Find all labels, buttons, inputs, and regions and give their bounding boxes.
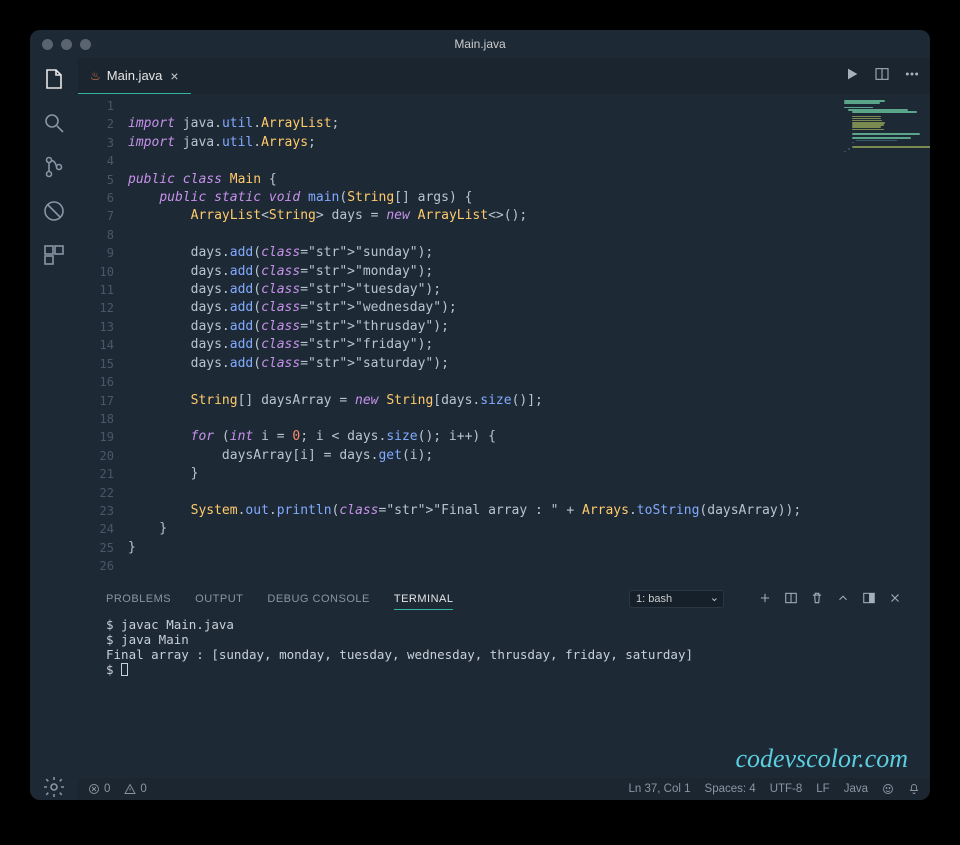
terminal-tab[interactable]: TERMINAL — [394, 593, 454, 610]
tabbar-actions — [844, 58, 920, 94]
debug-console-tab[interactable]: DEBUG CONSOLE — [267, 593, 369, 605]
java-file-icon: ♨ — [90, 69, 101, 83]
search-icon[interactable] — [41, 110, 67, 136]
eol[interactable]: LF — [816, 783, 829, 795]
gutter: 1234567891011121314151617181920212223242… — [78, 94, 128, 583]
tabbar: ♨ Main.java × — [78, 58, 930, 94]
notification-icon[interactable] — [908, 783, 920, 795]
language-mode[interactable]: Java — [844, 783, 868, 795]
tab-close-icon[interactable]: × — [170, 68, 178, 84]
toggle-panel-icon[interactable] — [862, 591, 876, 608]
terminal-output[interactable]: $ javac Main.java $ java Main Final arra… — [78, 615, 930, 778]
cursor-position[interactable]: Ln 37, Col 1 — [629, 783, 691, 795]
split-editor-icon[interactable] — [874, 66, 890, 86]
body: ♨ Main.java × 12345678910111213141516171… — [30, 58, 930, 800]
panel: PROBLEMS OUTPUT DEBUG CONSOLE TERMINAL 1… — [78, 583, 930, 778]
kill-terminal-icon[interactable] — [810, 591, 824, 608]
run-icon[interactable] — [844, 66, 860, 86]
zoom-light[interactable] — [80, 39, 91, 50]
editor[interactable]: 1234567891011121314151617181920212223242… — [78, 94, 930, 583]
extensions-icon[interactable] — [41, 242, 67, 268]
activity-bar — [30, 58, 78, 800]
tab-main-java[interactable]: ♨ Main.java × — [78, 58, 191, 94]
window: Main.java — [30, 30, 930, 800]
terminal-cursor — [121, 663, 128, 676]
watermark: codevscolor.com — [735, 751, 908, 766]
code[interactable]: import java.util.ArrayList; import java.… — [128, 94, 930, 583]
feedback-icon[interactable] — [882, 783, 894, 795]
indentation[interactable]: Spaces: 4 — [705, 783, 756, 795]
minimize-light[interactable] — [61, 39, 72, 50]
terminal-selector[interactable]: 1: bash — [629, 590, 724, 608]
problems-tab[interactable]: PROBLEMS — [106, 593, 171, 605]
close-light[interactable] — [42, 39, 53, 50]
maximize-panel-icon[interactable] — [836, 591, 850, 608]
debug-icon[interactable] — [41, 198, 67, 224]
minimap[interactable] — [840, 94, 930, 583]
statusbar: 0 0 Ln 37, Col 1 Spaces: 4 UTF-8 LF Java — [78, 778, 930, 800]
warnings-count[interactable]: 0 — [124, 783, 146, 795]
settings-icon[interactable] — [41, 774, 67, 800]
output-tab[interactable]: OUTPUT — [195, 593, 243, 605]
explorer-icon[interactable] — [41, 66, 67, 92]
traffic-lights — [42, 39, 91, 50]
window-title: Main.java — [454, 37, 505, 51]
source-control-icon[interactable] — [41, 154, 67, 180]
errors-count[interactable]: 0 — [88, 783, 110, 795]
more-icon[interactable] — [904, 66, 920, 86]
main: ♨ Main.java × 12345678910111213141516171… — [78, 58, 930, 800]
encoding[interactable]: UTF-8 — [770, 783, 803, 795]
split-terminal-icon[interactable] — [784, 591, 798, 608]
tab-filename: Main.java — [107, 68, 163, 83]
titlebar: Main.java — [30, 30, 930, 58]
new-terminal-icon[interactable] — [758, 591, 772, 608]
close-panel-icon[interactable] — [888, 591, 902, 608]
panel-tabs: PROBLEMS OUTPUT DEBUG CONSOLE TERMINAL 1… — [78, 583, 930, 615]
